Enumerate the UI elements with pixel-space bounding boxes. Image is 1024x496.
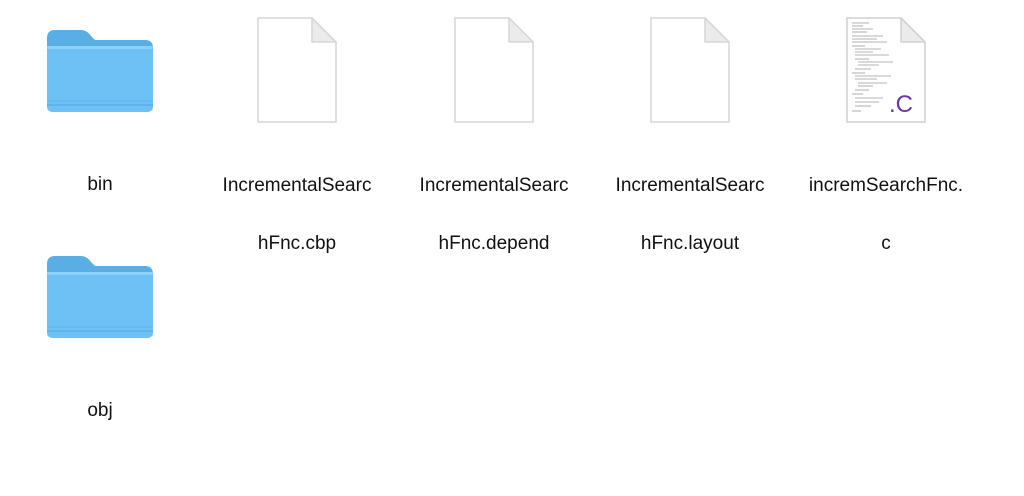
folder-icon (47, 30, 153, 112)
finder-icon-view: bin IncrementalSearc hFnc.cbp Incrementa… (0, 0, 1024, 496)
file-label: incremSearchFnc. c (808, 175, 964, 254)
folder-label: obj (87, 400, 113, 421)
file-label: IncrementalSearc hFnc.layout (615, 175, 765, 254)
file-item-depend[interactable]: IncrementalSearc hFnc.depend (402, 14, 586, 254)
file-label: IncrementalSearc hFnc.depend (419, 175, 569, 254)
file-item-layout[interactable]: IncrementalSearc hFnc.layout (598, 14, 782, 254)
folder-icon (47, 256, 153, 338)
file-label: IncrementalSearc hFnc.cbp (222, 175, 372, 254)
folder-item-obj[interactable]: obj (8, 250, 192, 421)
file-item-cbp[interactable]: IncrementalSearc hFnc.cbp (205, 14, 389, 254)
blank-document-icon (257, 17, 337, 123)
file-item-c-source[interactable]: .C incremSearchFnc. c (794, 14, 978, 254)
c-badge: .C (889, 91, 913, 118)
folder-label: bin (87, 174, 113, 195)
blank-document-icon (650, 17, 730, 123)
c-source-file-icon: .C (846, 17, 926, 123)
blank-document-icon (454, 17, 534, 123)
folder-item-bin[interactable]: bin (8, 24, 192, 195)
